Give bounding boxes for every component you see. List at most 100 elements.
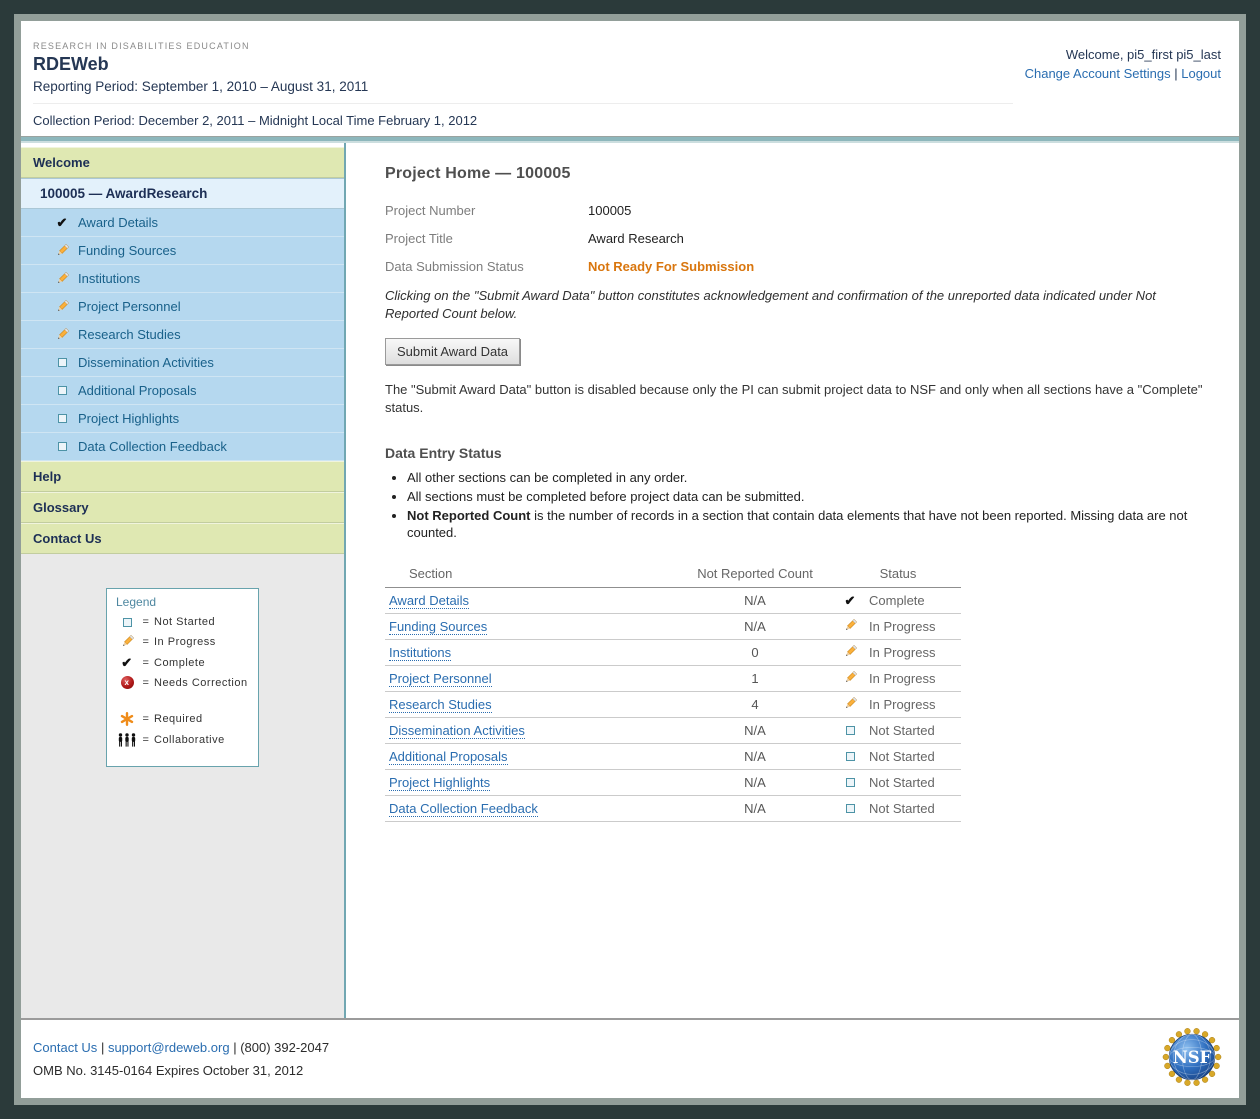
table-row: Funding Sources N/A In Progress xyxy=(385,613,961,639)
section-link-data-collection-feedback[interactable]: Data Collection Feedback xyxy=(389,801,538,817)
pencil-icon xyxy=(843,697,857,711)
collaborative-people-icon xyxy=(116,733,138,747)
column-header-section: Section xyxy=(385,560,675,588)
complete-check-icon xyxy=(843,594,857,607)
table-row: Research Studies 4 In Progress xyxy=(385,691,961,717)
legend-label: Collaborative xyxy=(154,734,225,746)
sidebar-item-project[interactable]: 100005 — AwardResearch xyxy=(21,178,344,209)
sidebar-item-label: Project Highlights xyxy=(78,411,179,426)
legend-label: Needs Correction xyxy=(154,677,248,689)
project-number-field: Project Number 100005 xyxy=(385,203,1239,218)
app-title: RDEWeb xyxy=(33,54,1013,75)
field-label: Project Number xyxy=(385,203,588,218)
section-link-additional-proposals[interactable]: Additional Proposals xyxy=(389,749,508,765)
not-started-square-icon xyxy=(843,804,857,813)
column-header-status: Status xyxy=(835,560,961,588)
bullet-item: All sections must be completed before pr… xyxy=(407,488,1207,506)
pencil-icon xyxy=(843,619,857,633)
not-reported-count: N/A xyxy=(675,613,835,639)
table-header-row: Section Not Reported Count Status xyxy=(385,560,961,588)
sidebar-item-label: Project Personnel xyxy=(78,299,181,314)
section-link-dissemination-activities[interactable]: Dissemination Activities xyxy=(389,723,525,739)
column-header-not-reported-count: Not Reported Count xyxy=(675,560,835,588)
not-reported-count: 0 xyxy=(675,639,835,665)
status-text: Not Started xyxy=(869,801,935,816)
not-reported-count: N/A xyxy=(675,795,835,821)
pencil-icon xyxy=(55,300,69,314)
bullet-item: All other sections can be completed in a… xyxy=(407,469,1207,487)
sidebar-item-project-personnel[interactable]: Project Personnel xyxy=(21,293,344,321)
pencil-icon xyxy=(843,645,857,659)
not-started-square-icon xyxy=(55,358,69,367)
section-link-project-highlights[interactable]: Project Highlights xyxy=(389,775,490,791)
sidebar-item-glossary[interactable]: Glossary xyxy=(21,492,344,523)
legend-label: Not Started xyxy=(154,616,215,628)
bullet-text: All other sections can be completed in a… xyxy=(407,470,687,485)
data-entry-status-table: Section Not Reported Count Status Award … xyxy=(385,560,961,822)
data-entry-status-heading: Data Entry Status xyxy=(385,445,1239,461)
status-text: In Progress xyxy=(869,697,935,712)
section-link-award-details[interactable]: Award Details xyxy=(389,593,469,609)
legend-gap xyxy=(116,696,249,705)
logout-link[interactable]: Logout xyxy=(1181,66,1221,81)
sidebar-item-contact-us[interactable]: Contact Us xyxy=(21,523,344,554)
header-right: Welcome, pi5_first pi5_last Change Accou… xyxy=(1025,41,1221,128)
sidebar-item-data-collection-feedback[interactable]: Data Collection Feedback xyxy=(21,433,344,461)
data-entry-bullets: All other sections can be completed in a… xyxy=(407,469,1207,541)
table-row: Project Personnel 1 In Progress xyxy=(385,665,961,691)
page-footer: Contact Us | support@rdeweb.org | (800) … xyxy=(21,1018,1239,1098)
sidebar-item-label: Award Details xyxy=(78,215,158,230)
submit-award-data-button[interactable]: Submit Award Data xyxy=(385,338,520,365)
legend-item-not-started: = Not Started xyxy=(116,616,249,628)
sidebar-item-funding-sources[interactable]: Funding Sources xyxy=(21,237,344,265)
table-row: Data Collection Feedback N/A Not Started xyxy=(385,795,961,821)
not-reported-count: N/A xyxy=(675,769,835,795)
required-star-icon xyxy=(116,712,138,726)
program-suptitle: RESEARCH IN DISABILITIES EDUCATION xyxy=(33,41,1013,51)
legend-item-required: = Required xyxy=(116,712,249,726)
sidebar-item-label: Institutions xyxy=(78,271,140,286)
sidebar-item-institutions[interactable]: Institutions xyxy=(21,265,344,293)
change-account-settings-link[interactable]: Change Account Settings xyxy=(1025,66,1171,81)
data-submission-status-field: Data Submission Status Not Ready For Sub… xyxy=(385,259,1239,274)
bullet-bold: Not Reported Count xyxy=(407,508,530,523)
complete-check-icon xyxy=(55,216,69,229)
section-link-research-studies[interactable]: Research Studies xyxy=(389,697,492,713)
collection-period: Collection Period: December 2, 2011 – Mi… xyxy=(33,113,1013,128)
project-number-value: 100005 xyxy=(588,203,631,218)
table-row: Project Highlights N/A Not Started xyxy=(385,769,961,795)
legend-label: Required xyxy=(154,713,203,725)
sidebar-item-label: Dissemination Activities xyxy=(78,355,214,370)
sidebar-item-research-studies[interactable]: Research Studies xyxy=(21,321,344,349)
section-link-project-personnel[interactable]: Project Personnel xyxy=(389,671,492,687)
sidebar-item-help[interactable]: Help xyxy=(21,461,344,492)
sidebar-item-dissemination-activities[interactable]: Dissemination Activities xyxy=(21,349,344,377)
not-started-square-icon xyxy=(116,618,138,627)
project-title-field: Project Title Award Research xyxy=(385,231,1239,246)
legend-title: Legend xyxy=(116,595,249,609)
complete-check-icon xyxy=(116,656,138,669)
sidebar-item-welcome[interactable]: Welcome xyxy=(21,147,344,178)
needs-correction-icon: x xyxy=(116,676,138,689)
sidebar-item-additional-proposals[interactable]: Additional Proposals xyxy=(21,377,344,405)
sidebar-item-award-details[interactable]: Award Details xyxy=(21,209,344,237)
table-row: Award Details N/A Complete xyxy=(385,587,961,613)
not-started-square-icon xyxy=(843,752,857,761)
footer-separator: | xyxy=(233,1040,236,1055)
sidebar-item-project-highlights[interactable]: Project Highlights xyxy=(21,405,344,433)
section-link-institutions[interactable]: Institutions xyxy=(389,645,451,661)
header-left: RESEARCH IN DISABILITIES EDUCATION RDEWe… xyxy=(33,41,1013,128)
footer-support-email-link[interactable]: support@rdeweb.org xyxy=(108,1040,230,1055)
section-link-funding-sources[interactable]: Funding Sources xyxy=(389,619,487,635)
footer-contact-us-link[interactable]: Contact Us xyxy=(33,1040,97,1055)
account-links: Change Account Settings | Logout xyxy=(1025,66,1221,81)
footer-omb-line: OMB No. 3145-0164 Expires October 31, 20… xyxy=(33,1063,329,1078)
field-label: Project Title xyxy=(385,231,588,246)
equals-sign: = xyxy=(138,636,154,648)
not-started-square-icon xyxy=(843,778,857,787)
field-label: Data Submission Status xyxy=(385,259,588,274)
status-text: Not Started xyxy=(869,723,935,738)
equals-sign: = xyxy=(138,677,154,689)
sidebar: Welcome 100005 — AwardResearch Award Det… xyxy=(21,143,346,1018)
sidebar-item-label: Data Collection Feedback xyxy=(78,439,227,454)
